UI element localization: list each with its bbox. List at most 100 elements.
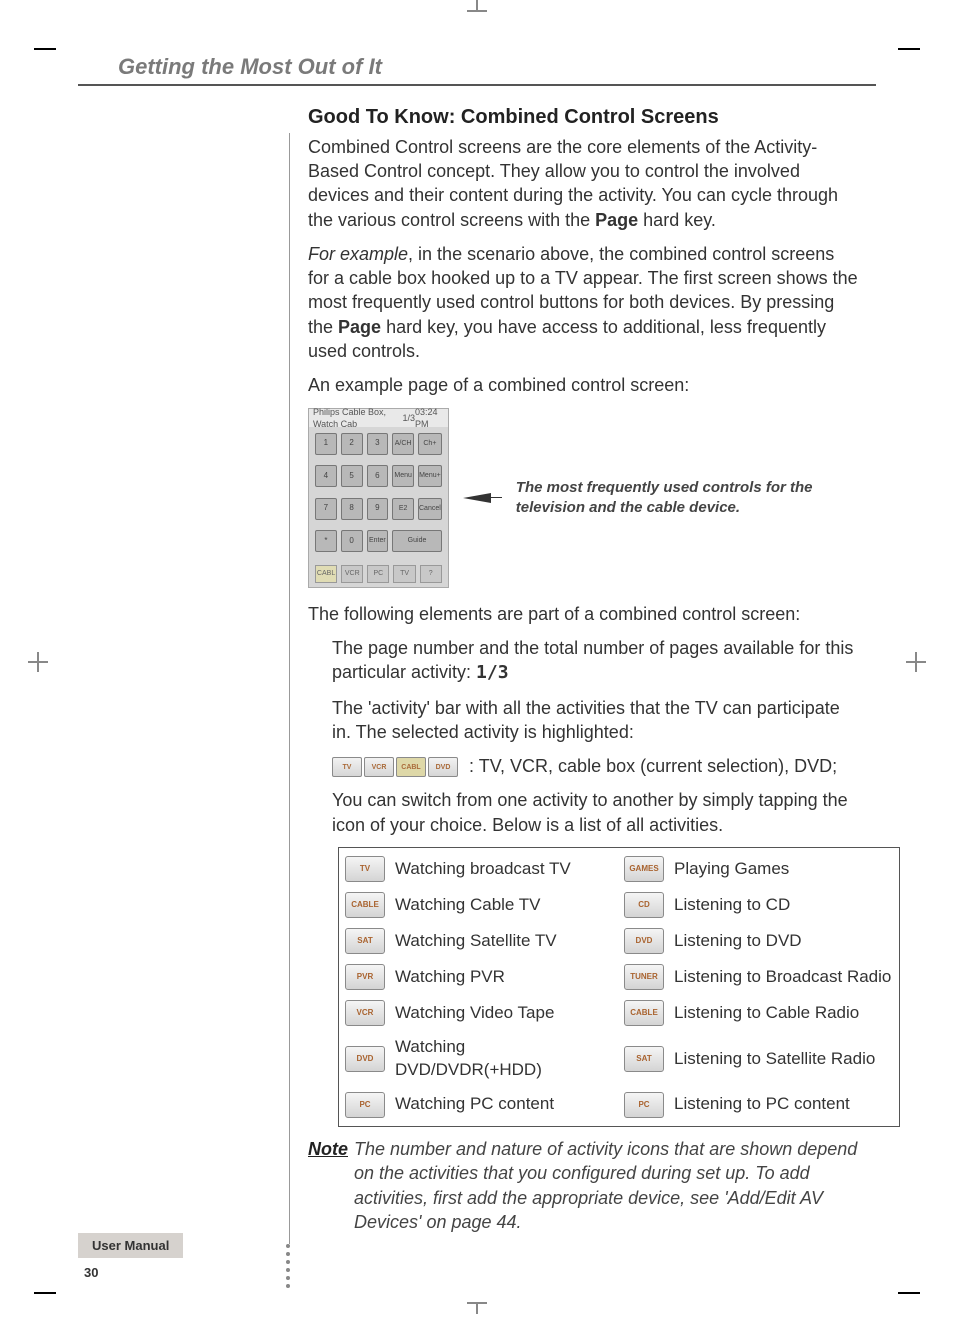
activity-label: Watching broadcast TV (395, 858, 571, 881)
dot-leader (286, 1244, 290, 1288)
tab-tv: TV (393, 565, 415, 583)
screenshot-activity-tabs: CABL VCR PC TV ? (309, 565, 448, 587)
activity-label: Listening to Broadcast Radio (674, 966, 891, 989)
activity-label: Watching Cable TV (395, 894, 541, 917)
tab-help: ? (420, 565, 442, 583)
activity-row: DVD Listening to DVD (624, 928, 893, 954)
screenshot-indicator: 1/3 (402, 412, 415, 424)
numpad-4: 4 (315, 465, 337, 487)
crop-mark-top (467, 0, 487, 20)
text: Combined Control screens are the core el… (308, 137, 838, 230)
footer-manual-label: User Manual (78, 1233, 183, 1259)
activity-icon-vcr: VCR (364, 757, 394, 777)
header-rule (78, 84, 876, 86)
activity-label: Listening to PC content (674, 1093, 850, 1116)
vcr-icon: VCR (345, 1000, 385, 1026)
activity-label: Listening to DVD (674, 930, 802, 953)
paragraph-elements-intro: The following elements are part of a com… (308, 602, 858, 626)
numpad-0: 0 (341, 530, 363, 552)
guide-button: Guide (392, 530, 442, 552)
activity-label: Listening to Satellite Radio (674, 1048, 875, 1071)
page-indicator-example: 1/3 (476, 662, 509, 683)
bullet-activity-bar: The 'activity' bar with all the activiti… (332, 696, 858, 745)
e2-button: E2 (392, 498, 414, 520)
activity-bar-example: TV VCR CABL DVD : TV, VCR, cable box (cu… (332, 754, 858, 778)
page-footer: User Manual 30 (78, 1232, 183, 1282)
text: The page number and the total number of … (332, 638, 853, 682)
numpad-star: * (315, 530, 337, 552)
bullet-page-number: The page number and the total number of … (332, 636, 858, 686)
activity-row: GAMES Playing Games (624, 856, 893, 882)
activities-table: TVWatching broadcast TV GAMESPlaying Gam… (338, 847, 900, 1127)
paragraph-example-caption: An example page of a combined control sc… (308, 373, 858, 397)
cd-icon: CD (624, 892, 664, 918)
dvd-icon: DVD (624, 928, 664, 954)
activity-row: CABLE Watching Cable TV (345, 892, 614, 918)
paragraph-intro: Combined Control screens are the core el… (308, 135, 858, 232)
activity-row: SAT Listening to Satellite Radio (624, 1036, 893, 1082)
activity-label: Watching PVR (395, 966, 505, 989)
tuner-icon: TUNER (624, 964, 664, 990)
numpad-1: 1 (315, 433, 337, 455)
numpad-7: 7 (315, 498, 337, 520)
crop-line (898, 48, 920, 50)
text: hard key. (638, 210, 716, 230)
crop-cross (906, 652, 926, 672)
for-example: For example (308, 244, 408, 264)
note-block: Note The number and nature of activity i… (308, 1137, 858, 1234)
numpad-2: 2 (341, 433, 363, 455)
sat-icon: SAT (345, 928, 385, 954)
numpad-8: 8 (341, 498, 363, 520)
numpad-9: 9 (367, 498, 389, 520)
games-icon: GAMES (624, 856, 664, 882)
activity-icon-dvd: DVD (428, 757, 458, 777)
crop-line (34, 48, 56, 50)
arrow-left-icon (463, 493, 491, 503)
pvr-icon: PVR (345, 964, 385, 990)
activity-row: PCListening to PC content (624, 1092, 893, 1118)
activity-row: TUNER Listening to Broadcast Radio (624, 964, 893, 990)
cable-radio-icon: CABLE (624, 1000, 664, 1026)
activity-label: Listening to CD (674, 894, 790, 917)
activity-row: CD Listening to CD (624, 892, 893, 918)
activity-row: CABLEListening to Cable Radio (624, 1000, 893, 1026)
page-key: Page (595, 210, 638, 230)
activity-label: Watching DVD/DVDR(+HDD) (395, 1036, 614, 1082)
arrow-line (488, 497, 502, 498)
cable-icon: CABLE (345, 892, 385, 918)
crop-mark-bottom (467, 1294, 487, 1314)
screenshot-callout: The most frequently used controls for th… (516, 478, 858, 517)
crop-line (34, 1292, 56, 1294)
activity-label: Playing Games (674, 858, 789, 881)
numpad-3: 3 (367, 433, 389, 455)
cancel-button: Cancel (418, 498, 442, 520)
enter-button: Enter (367, 530, 389, 552)
crop-cross (28, 652, 48, 672)
tab-vcr: VCR (341, 565, 363, 583)
paragraph-switch-activity: You can switch from one activity to anot… (332, 788, 858, 837)
section-heading: Good To Know: Combined Control Screens (308, 104, 858, 131)
activity-label: Watching Video Tape (395, 1002, 554, 1025)
dvd2-icon: DVD (345, 1046, 385, 1072)
ach-button: A/CH (392, 433, 414, 455)
ch-plus: Ch+ (418, 433, 442, 455)
menu-plus: Menu+ (418, 465, 442, 487)
footer-page-number: 30 (84, 1264, 183, 1282)
note-text: The number and nature of activity icons … (354, 1137, 858, 1234)
page-header-title: Getting the Most Out of It (118, 52, 876, 82)
activity-bar-caption: : TV, VCR, cable box (current selection)… (469, 756, 837, 776)
activity-row: VCR Watching Video Tape (345, 1000, 614, 1026)
paragraph-example: For example, in the scenario above, the … (308, 242, 858, 363)
text: hard key, you have access to additional,… (308, 317, 826, 361)
activity-icon-cabl-selected: CABL (396, 757, 426, 777)
screenshot-button-grid: 1 2 3 A/CH Ch+ 4 5 6 Menu Menu+ 7 8 9 E2… (309, 427, 448, 565)
tab-pc: PC (367, 565, 389, 583)
activity-label: Watching Satellite TV (395, 930, 557, 953)
numpad-6: 6 (367, 465, 389, 487)
note-label: Note (308, 1137, 348, 1234)
pc-icon: PC (345, 1092, 385, 1118)
combined-control-screenshot: Philips Cable Box, Watch Cab 1/3 03:24 P… (308, 408, 449, 588)
sat-radio-icon: SAT (624, 1046, 664, 1072)
activity-row: PCWatching PC content (345, 1092, 614, 1118)
activity-row: PVR Watching PVR (345, 964, 614, 990)
